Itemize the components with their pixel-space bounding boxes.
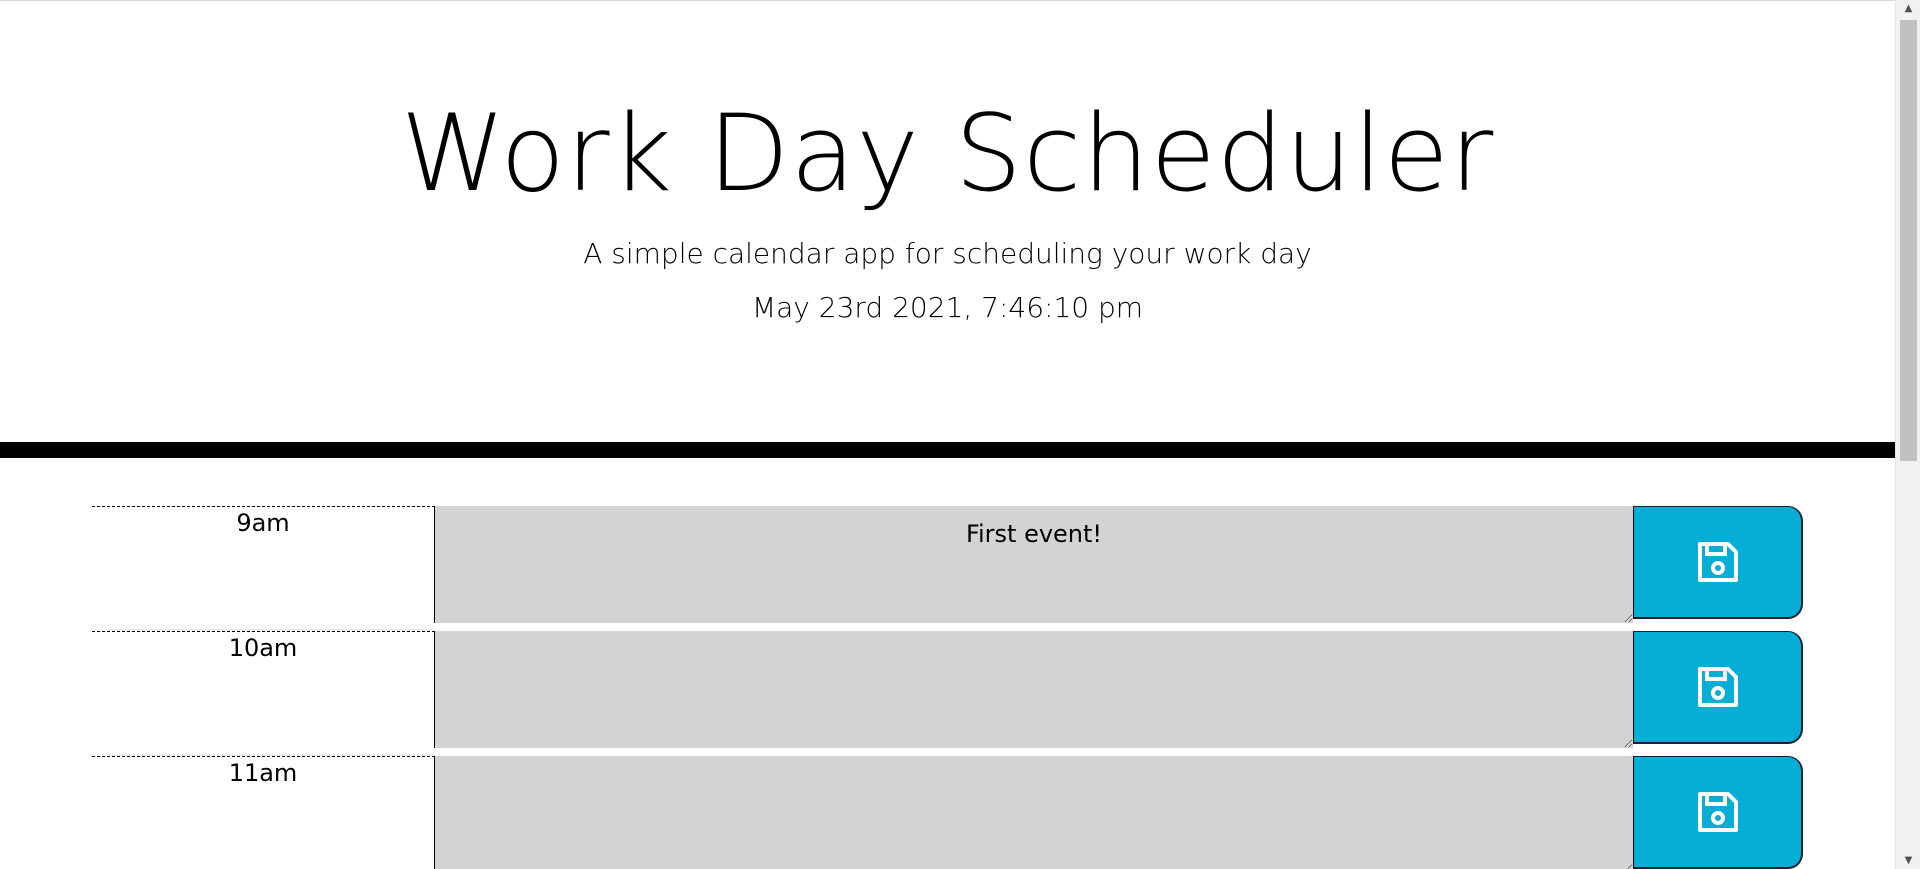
current-day: May 23rd 2021, 7:46:10 pm [751,291,1144,324]
event-description[interactable] [435,631,1633,748]
hour-label: 10am [92,631,435,748]
time-block-10am: 10am [92,631,1803,756]
event-description[interactable] [435,756,1633,869]
hour-label: 9am [92,506,435,623]
event-description[interactable]: First event! [435,506,1633,623]
time-block-11am: 11am [92,756,1803,869]
time-block-container: 9am First event! 10am 11am [92,506,1803,869]
hour-label: 11am [92,756,435,869]
floppy-disk-icon [1696,790,1740,834]
page-subtitle: A simple calendar app for scheduling you… [583,237,1312,270]
floppy-disk-icon [1696,665,1740,709]
header-divider [0,442,1895,458]
scroll-up-arrow-icon[interactable]: ▲ [1896,0,1920,17]
page-title: Work Day Scheduler [400,92,1495,215]
save-button[interactable] [1633,631,1803,744]
save-button[interactable] [1633,506,1803,619]
floppy-disk-icon [1696,540,1740,584]
vertical-scrollbar[interactable]: ▲ ▼ [1895,0,1920,869]
scrollbar-thumb[interactable] [1900,20,1917,461]
scroll-down-arrow-icon[interactable]: ▼ [1896,852,1920,869]
time-block-9am: 9am First event! [92,506,1803,631]
save-button[interactable] [1633,756,1803,869]
scheduler-page: Work Day Scheduler A simple calendar app… [0,0,1895,869]
jumbotron: Work Day Scheduler A simple calendar app… [0,1,1895,442]
